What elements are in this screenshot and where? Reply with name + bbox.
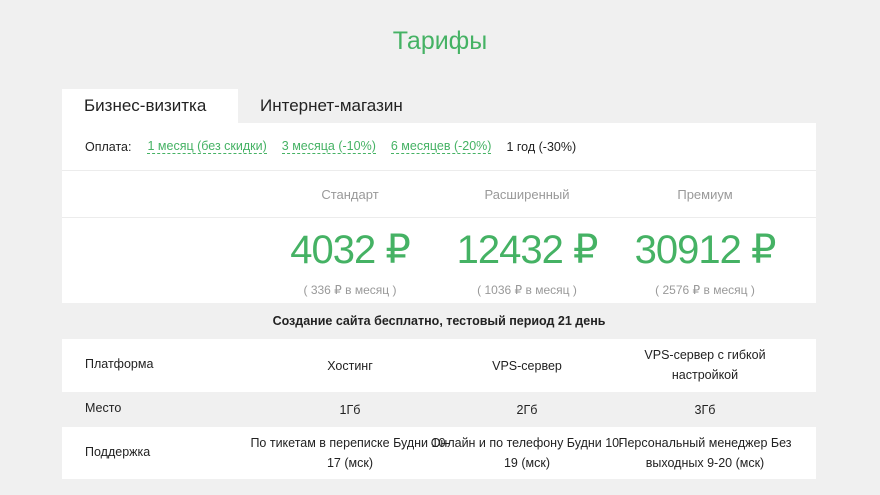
tab-bar: Бизнес-визитка Интернет-магазин — [62, 89, 425, 123]
page-title: Тарифы — [392, 27, 488, 55]
payment-label: Оплата: — [85, 139, 132, 154]
price-premium: 30912 ₽ — [634, 228, 777, 272]
feature-value: Хостинг — [327, 359, 373, 373]
feature-row-platform: Платформа Хостинг VPS-сервер VPS-сервер … — [62, 339, 816, 392]
payment-option-1-year[interactable]: 1 год (-30%) — [506, 140, 576, 154]
monthly-price-premium: ( 2576 ₽ в месяц ) — [655, 283, 755, 297]
tab-business-card[interactable]: Бизнес-визитка — [62, 89, 238, 123]
feature-value: 2Гб — [516, 403, 538, 417]
pricing-panel: Оплата: 1 месяц (без скидки) 3 месяца (-… — [62, 123, 816, 303]
feature-row-support: Поддержка По тикетам в переписке Будни 1… — [62, 427, 816, 479]
feature-value: 3Гб — [694, 403, 716, 417]
feature-label: Место — [85, 401, 122, 415]
feature-value: По тикетам в переписке Будни 10-17 (мск) — [250, 436, 450, 470]
feature-value: Персональный менеджер Без выходных 9-20 … — [618, 436, 792, 470]
plan-name-premium: Премиум — [677, 187, 733, 202]
payment-period-selector: Оплата: 1 месяц (без скидки) 3 месяца (-… — [62, 123, 816, 171]
feature-row-space: Место 1Гб 2Гб 3Гб — [62, 393, 816, 426]
payment-option-6-months[interactable]: 6 месяцев (-20%) — [390, 139, 492, 154]
price-standard: 4032 ₽ — [290, 228, 411, 272]
feature-value: Онлайн и по телефону Будни 10-19 (мск) — [430, 436, 624, 470]
payment-option-3-months[interactable]: 3 месяца (-10%) — [281, 139, 376, 154]
feature-value: 1Гб — [339, 403, 361, 417]
free-trial-note: Создание сайта бесплатно, тестовый перио… — [272, 314, 606, 328]
feature-label: Поддержка — [85, 445, 151, 459]
monthly-price-standard: ( 336 ₽ в месяц ) — [303, 283, 397, 297]
plan-name-extended: Расширенный — [484, 187, 570, 202]
feature-value: VPS-сервер с гибкой настройкой — [644, 348, 766, 382]
price-extended: 12432 ₽ — [456, 228, 599, 272]
feature-value: VPS-сервер — [492, 359, 562, 373]
payment-option-1-month[interactable]: 1 месяц (без скидки) — [147, 139, 267, 154]
feature-label: Платформа — [85, 357, 154, 371]
monthly-price-extended: ( 1036 ₽ в месяц ) — [477, 283, 577, 297]
tab-online-store[interactable]: Интернет-магазин — [238, 89, 425, 123]
plan-name-standard: Стандарт — [321, 187, 379, 202]
